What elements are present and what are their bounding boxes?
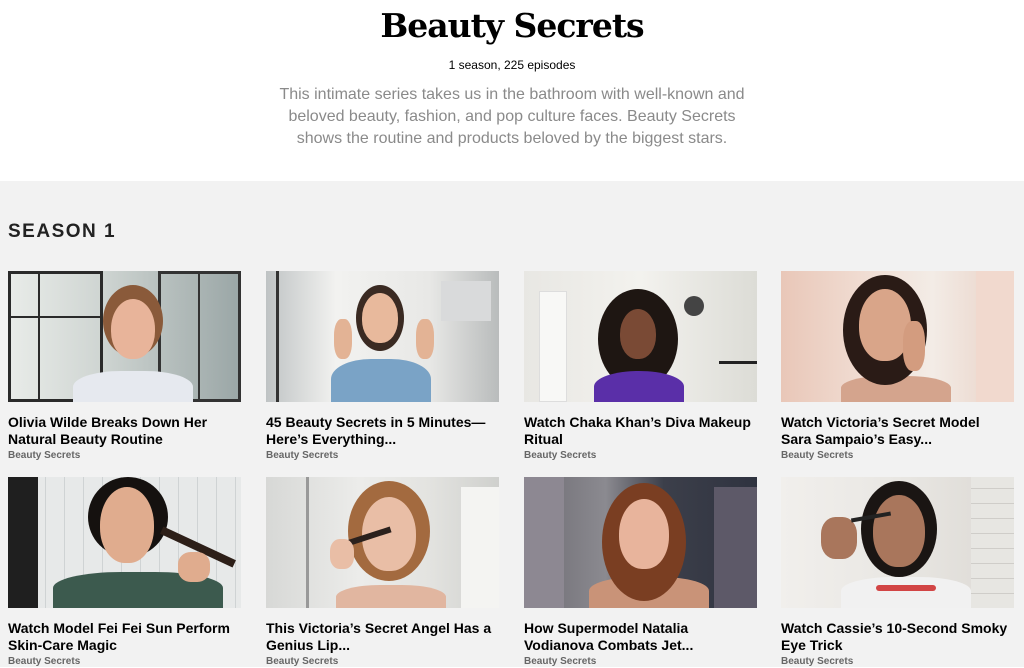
- episode-series[interactable]: Beauty Secrets: [781, 449, 1014, 462]
- episode-card[interactable]: Watch Model Fei Fei Sun Perform Skin-Car…: [8, 477, 241, 668]
- episode-series[interactable]: Beauty Secrets: [266, 655, 499, 668]
- episode-thumbnail[interactable]: [781, 477, 1014, 608]
- episode-card[interactable]: How Supermodel Natalia Vodianova Combats…: [524, 477, 757, 668]
- episode-card[interactable]: Watch Chaka Khan’s Diva Makeup Ritual Be…: [524, 271, 757, 462]
- episode-card[interactable]: Olivia Wilde Breaks Down Her Natural Bea…: [8, 271, 241, 462]
- episode-title[interactable]: Olivia Wilde Breaks Down Her Natural Bea…: [8, 414, 238, 448]
- episode-thumbnail[interactable]: [266, 271, 499, 402]
- episode-series[interactable]: Beauty Secrets: [8, 449, 241, 462]
- episode-series[interactable]: Beauty Secrets: [524, 449, 757, 462]
- episode-thumbnail[interactable]: [266, 477, 499, 608]
- episode-thumbnail[interactable]: [8, 271, 241, 402]
- show-meta: 1 season, 225 episodes: [448, 58, 576, 72]
- episode-title[interactable]: 45 Beauty Secrets in 5 Minutes—Here’s Ev…: [266, 414, 496, 448]
- show-title: Beauty Secrets: [380, 6, 644, 45]
- episode-thumbnail[interactable]: [8, 477, 241, 608]
- episode-thumbnail[interactable]: [524, 477, 757, 608]
- episode-title[interactable]: How Supermodel Natalia Vodianova Combats…: [524, 620, 754, 654]
- season-heading: SEASON 1: [8, 221, 117, 242]
- episode-card[interactable]: This Victoria’s Secret Angel Has a Geniu…: [266, 477, 499, 668]
- episode-series[interactable]: Beauty Secrets: [781, 655, 1014, 668]
- episode-title[interactable]: Watch Chaka Khan’s Diva Makeup Ritual: [524, 414, 754, 448]
- episode-thumbnail[interactable]: [524, 271, 757, 402]
- episode-thumbnail[interactable]: [781, 271, 1014, 402]
- episode-title[interactable]: Watch Victoria’s Secret Model Sara Sampa…: [781, 414, 1011, 448]
- show-description: This intimate series takes us in the bat…: [279, 86, 745, 147]
- episode-title[interactable]: Watch Model Fei Fei Sun Perform Skin-Car…: [8, 620, 238, 654]
- episode-series[interactable]: Beauty Secrets: [8, 655, 241, 668]
- episode-card[interactable]: Watch Victoria’s Secret Model Sara Sampa…: [781, 271, 1014, 462]
- season-section: SEASON 1 Olivia Wilde Breaks Down Her Na…: [0, 181, 1024, 667]
- episode-series[interactable]: Beauty Secrets: [266, 449, 499, 462]
- episode-card[interactable]: 45 Beauty Secrets in 5 Minutes—Here’s Ev…: [266, 271, 499, 462]
- episode-card[interactable]: Watch Cassie’s 10-Second Smoky Eye Trick…: [781, 477, 1014, 668]
- episode-series[interactable]: Beauty Secrets: [524, 655, 757, 668]
- show-header: Beauty Secrets 1 season, 225 episodes Th…: [0, 0, 1024, 181]
- episode-title[interactable]: This Victoria’s Secret Angel Has a Geniu…: [266, 620, 496, 654]
- episode-title[interactable]: Watch Cassie’s 10-Second Smoky Eye Trick: [781, 620, 1011, 654]
